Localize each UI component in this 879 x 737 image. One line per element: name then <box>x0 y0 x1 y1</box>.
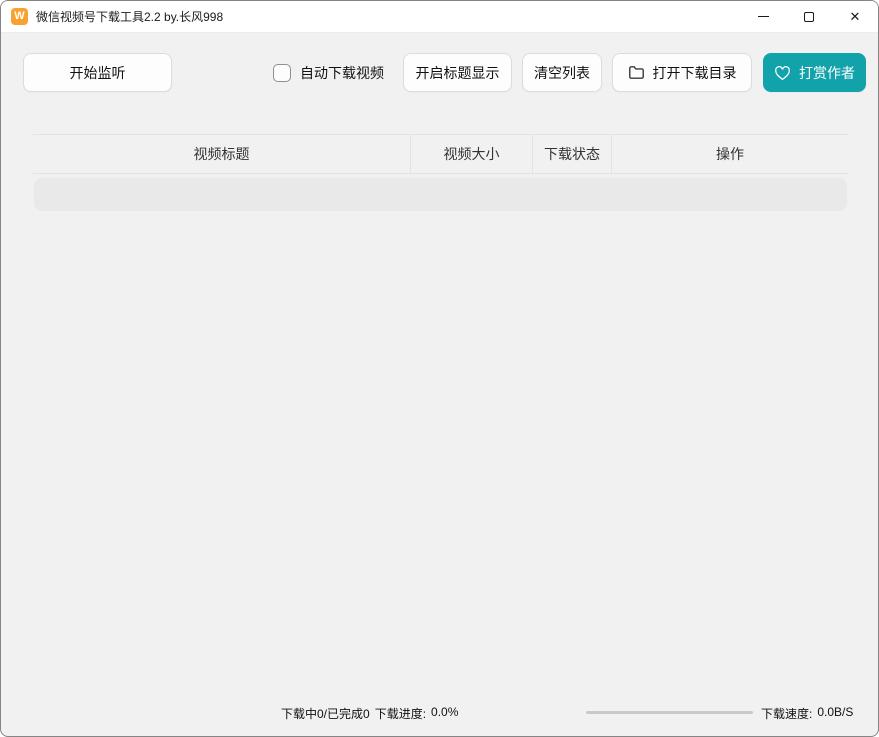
window-title: 微信视频号下载工具2.2 by.长风998 <box>36 8 223 25</box>
title-display-button[interactable]: 开启标题显示 <box>403 53 512 92</box>
close-button[interactable]: ✕ <box>832 1 878 32</box>
open-download-dir-button[interactable]: 打开下载目录 <box>612 53 752 92</box>
folder-icon <box>628 65 645 80</box>
maximize-icon <box>804 12 814 22</box>
auto-download-option: 自动下载视频 <box>273 53 384 92</box>
app-icon: W <box>11 8 28 25</box>
clear-list-button[interactable]: 清空列表 <box>522 53 602 92</box>
open-download-dir-label: 打开下载目录 <box>653 63 737 83</box>
speed-label: 下载速度: <box>761 705 812 722</box>
empty-table-row <box>34 178 847 211</box>
maximize-button[interactable] <box>786 1 832 32</box>
donate-button[interactable]: 打赏作者 <box>763 53 866 92</box>
start-listen-button[interactable]: 开始监听 <box>23 53 172 92</box>
column-video-title: 视频标题 <box>33 135 411 173</box>
download-count-text: 下载中0/已完成0 <box>281 705 370 722</box>
column-video-size: 视频大小 <box>411 135 533 173</box>
status-right: 下载速度: 0.0B/S <box>761 705 853 722</box>
app-window: W 微信视频号下载工具2.2 by.长风998 ✕ 开始监听 自动下载视频 开启… <box>0 0 879 737</box>
donate-label: 打赏作者 <box>799 63 855 83</box>
column-actions: 操作 <box>612 135 848 173</box>
heart-icon <box>774 65 791 81</box>
progress-value: 0.0% <box>431 705 458 722</box>
title-bar: W 微信视频号下载工具2.2 by.长风998 ✕ <box>1 1 878 33</box>
minimize-button[interactable] <box>740 1 786 32</box>
status-left: 下载中0/已完成0 下载进度: 0.0% <box>281 705 458 722</box>
minimize-icon <box>758 16 769 17</box>
column-download-status: 下载状态 <box>533 135 612 173</box>
progress-bar <box>586 711 753 714</box>
window-controls: ✕ <box>740 1 878 32</box>
close-icon: ✕ <box>850 10 861 23</box>
auto-download-checkbox[interactable] <box>273 64 291 82</box>
speed-value: 0.0B/S <box>817 705 853 722</box>
progress-label: 下载进度: <box>375 705 426 722</box>
auto-download-label[interactable]: 自动下载视频 <box>300 63 384 83</box>
video-table-header: 视频标题 视频大小 下载状态 操作 <box>33 134 848 174</box>
